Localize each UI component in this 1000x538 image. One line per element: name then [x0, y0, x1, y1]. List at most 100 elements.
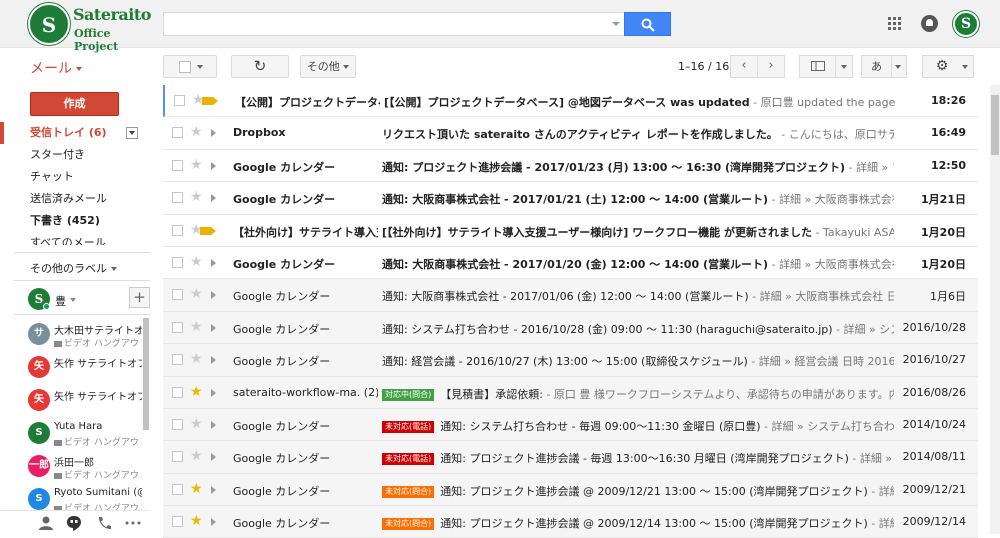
main-scrollbar[interactable] — [990, 85, 1000, 534]
star-icon[interactable]: ★ — [190, 124, 203, 140]
contact-item[interactable]: 矢矢作 サテライトオフ — [0, 384, 150, 417]
importance-marker-icon[interactable] — [211, 485, 216, 494]
importance-marker-icon[interactable] — [211, 356, 216, 365]
label-badge[interactable]: 未対応(問合) — [382, 485, 435, 498]
label-badge[interactable]: 未対応(問合) — [382, 518, 435, 531]
importance-marker-icon[interactable] — [200, 226, 216, 235]
contact-item[interactable]: 矢矢作 サテライトオフ — [0, 351, 150, 384]
importance-marker-icon[interactable] — [211, 129, 216, 138]
split-pane-toggle[interactable] — [799, 55, 853, 78]
label-badge[interactable]: 未対応(電話) — [382, 453, 435, 466]
mail-switcher[interactable]: メール — [30, 58, 82, 78]
row-checkbox[interactable] — [172, 451, 183, 463]
newer-button[interactable]: ‹ — [730, 55, 758, 78]
account-avatar[interactable]: S — [953, 11, 979, 37]
other-labels-toggle[interactable]: その他のラベル — [30, 260, 117, 276]
contacts-scrollbar[interactable] — [143, 318, 149, 430]
input-tools-button[interactable]: あ — [861, 55, 907, 78]
sidebar-item-chat[interactable]: チャット — [0, 166, 150, 188]
label-badge[interactable]: 未対応(電話) — [382, 420, 435, 433]
sidebar-item-drafts[interactable]: 下書き (452) — [0, 210, 150, 232]
sidebar-item-starred[interactable]: スター付き — [0, 144, 150, 166]
contact-item[interactable]: S Ryoto Sumitani (@ ビデオ ハングアウト — [0, 483, 150, 510]
settings-button[interactable]: ⚙ — [922, 55, 974, 78]
row-checkbox[interactable] — [172, 483, 183, 495]
search-options-caret-icon[interactable] — [612, 22, 620, 26]
search-input[interactable] — [163, 12, 625, 36]
star-icon[interactable]: ★ — [190, 319, 203, 335]
sateraito-logo[interactable]: S Sateraito Office Project — [28, 3, 151, 53]
email-row[interactable]: ★ Google カレンダー 未対応(電話) 通知: プロジェクト進捗会議 - 毎週 … — [163, 441, 978, 474]
search-button[interactable] — [624, 12, 671, 36]
more-actions-button[interactable]: その他 — [300, 55, 356, 78]
star-icon[interactable]: ★ — [190, 157, 203, 173]
contact-item[interactable]: 一郎 浜田一郎 ビデオ ハングアウト — [0, 450, 150, 483]
importance-marker-icon[interactable] — [211, 291, 216, 300]
star-icon[interactable]: ★ — [190, 254, 203, 270]
row-checkbox[interactable] — [172, 289, 183, 301]
phone-icon[interactable] — [95, 515, 113, 531]
row-checkbox[interactable] — [172, 418, 183, 430]
notifications-bell-icon[interactable] — [921, 15, 938, 32]
sidebar-item-inbox[interactable]: 受信トレイ (6) — [0, 122, 150, 144]
more-horizontal-icon[interactable] — [124, 515, 142, 531]
inbox-toggle-icon[interactable] — [126, 127, 138, 139]
star-icon[interactable]: ★ — [190, 189, 203, 205]
chevron-down-icon — [197, 65, 203, 69]
row-checkbox[interactable] — [172, 386, 183, 398]
row-checkbox[interactable] — [174, 95, 185, 106]
older-button[interactable]: › — [757, 55, 785, 78]
importance-marker-icon[interactable] — [211, 161, 216, 170]
row-checkbox[interactable] — [172, 224, 183, 236]
hangouts-icon[interactable] — [65, 515, 83, 531]
star-icon[interactable]: ★ — [190, 351, 203, 367]
importance-marker-icon[interactable] — [211, 388, 216, 397]
email-row[interactable]: ★ Google カレンダー 通知: システム打ち合わせ - 2016/10/28 … — [163, 311, 978, 345]
contact-item[interactable]: S Yuta Hara ビデオ ハングアウト — [0, 417, 150, 450]
star-icon[interactable]: ★ — [190, 481, 203, 497]
star-icon[interactable]: ★ — [190, 513, 203, 529]
row-checkbox[interactable] — [172, 321, 183, 333]
email-row[interactable]: ★ Google カレンダー 通知: 大阪商事株式会社 - 2017/01/20 (… — [163, 246, 978, 280]
sidebar-item-sent[interactable]: 送信済みメール — [0, 188, 150, 210]
select-all-checkbox[interactable] — [163, 55, 217, 78]
star-icon[interactable]: ★ — [190, 286, 203, 302]
email-row[interactable]: ★ Google カレンダー 通知: 大阪商事株式会社 - 2017/01/21 (… — [163, 182, 978, 215]
email-row[interactable]: ★ sateraito-workflow-ma. (2) 対応中(問合) 【見積書】承… — [163, 376, 978, 409]
star-icon[interactable]: ★ — [190, 448, 203, 464]
row-checkbox[interactable] — [172, 159, 183, 171]
email-row[interactable]: ★ Google カレンダー 通知: プロジェクト進捗会議 - 2017/01/23… — [163, 149, 978, 183]
importance-marker-icon[interactable] — [211, 420, 216, 429]
email-row[interactable]: ★ Google カレンダー 未対応(問合) 通知: プロジェクト進捗会議 @ 200… — [163, 473, 978, 507]
sidebar-item-all-mail[interactable]: すべてのメール — [0, 232, 150, 245]
email-row[interactable]: ★ Google カレンダー 未対応(電話) 通知: システム打ち合わせ - 毎週 0… — [163, 408, 978, 442]
contact-name: 浜田一郎 — [54, 458, 94, 469]
email-row[interactable]: ★ Dropbox リクエスト頂いた sateraito さんのアクティビティ レポ… — [163, 117, 978, 150]
row-checkbox[interactable] — [172, 127, 183, 139]
email-row[interactable]: ★ Google カレンダー 未対応(問合) 通知: プロジェクト進捗会議 @ 200… — [163, 506, 978, 538]
compose-button[interactable]: 作成 — [30, 92, 119, 116]
new-conversation-button[interactable]: + — [129, 287, 150, 308]
email-row[interactable]: ★ Google カレンダー 通知: 大阪商事株式会社 - 2017/01/06 (… — [163, 279, 978, 312]
email-sender: Google カレンダー — [233, 517, 331, 531]
importance-marker-icon[interactable] — [211, 258, 216, 267]
apps-grid-icon[interactable] — [888, 17, 902, 31]
star-icon[interactable]: ★ — [190, 416, 203, 432]
refresh-button[interactable]: ↻ — [231, 55, 289, 78]
row-checkbox[interactable] — [172, 256, 183, 268]
person-icon[interactable] — [37, 515, 55, 531]
importance-marker-icon[interactable] — [211, 518, 216, 527]
email-row[interactable]: ★【社外向け】サテライト導入支援[【社外向け】サテライト導入支援ユーザー様向け]… — [163, 214, 978, 247]
importance-marker-icon[interactable] — [202, 97, 218, 105]
importance-marker-icon[interactable] — [211, 453, 216, 462]
row-checkbox[interactable] — [172, 354, 183, 366]
contact-item[interactable]: サ大木田サテライトオフビデオ ハングアウト — [0, 318, 150, 351]
label-badge[interactable]: 対応中(問合) — [382, 388, 435, 401]
row-checkbox[interactable] — [172, 192, 183, 204]
email-row[interactable]: ★ Google カレンダー 通知: 経営会議 - 2016/10/27 (木) 1… — [163, 344, 978, 377]
star-icon[interactable]: ★ — [190, 384, 203, 400]
importance-marker-icon[interactable] — [211, 323, 216, 332]
email-row[interactable]: ★【公開】プロジェクトデータベース[【公開】プロジェクトデータベース] @地図デ… — [163, 85, 978, 118]
importance-marker-icon[interactable] — [211, 194, 216, 203]
row-checkbox[interactable] — [172, 516, 183, 528]
